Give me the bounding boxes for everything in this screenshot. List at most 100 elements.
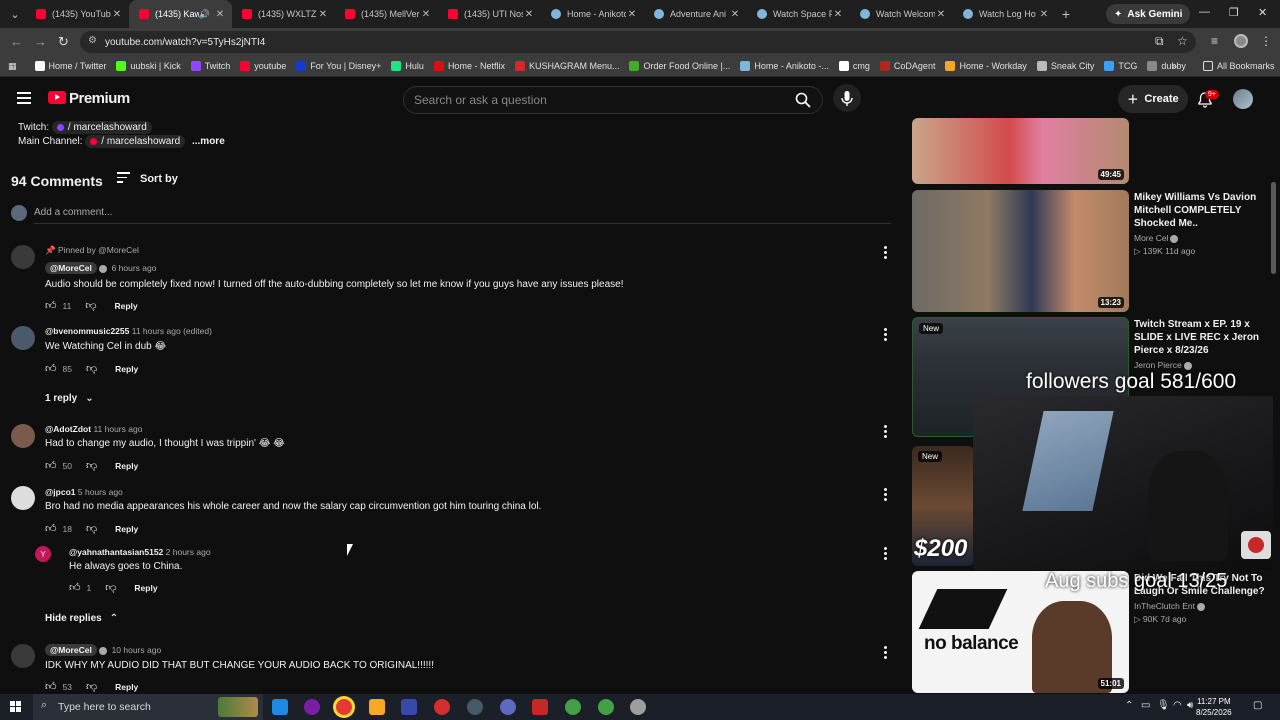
create-button[interactable]: ＋ Create bbox=[1118, 85, 1188, 113]
close-tab-icon[interactable]: ✕ bbox=[111, 9, 123, 20]
bookmark-item[interactable]: Sneak City bbox=[1036, 61, 1094, 71]
taskbar-app-icon[interactable] bbox=[401, 699, 417, 715]
channel-name[interactable]: Jeron Pierce bbox=[1134, 360, 1192, 370]
browser-tab[interactable]: (1435) WXLTZY ✕ bbox=[232, 0, 335, 28]
bookmark-item[interactable]: KUSHAGRAM Menu... bbox=[514, 61, 619, 71]
main-channel-link[interactable]: / marcelashoward bbox=[85, 135, 186, 148]
apps-grid-icon[interactable]: ▦ bbox=[8, 61, 17, 72]
reply-button[interactable]: Reply bbox=[115, 682, 138, 692]
profile-avatar[interactable] bbox=[1234, 34, 1248, 48]
bookmark-item[interactable]: CoDAgent bbox=[879, 61, 935, 71]
browser-tab[interactable]: Watch Log Ho ✕ bbox=[953, 0, 1056, 28]
notification-center-icon[interactable]: ▢ bbox=[1253, 700, 1262, 711]
taskbar-app-icon[interactable] bbox=[434, 699, 450, 715]
comment-options-icon[interactable] bbox=[884, 425, 888, 440]
bookmark-item[interactable]: Home - Netflix bbox=[433, 61, 505, 71]
browser-menu-icon[interactable]: ⋮ bbox=[1260, 34, 1272, 48]
comment-author[interactable]: @bvenommusic2255 bbox=[45, 326, 129, 336]
comment-options-icon[interactable] bbox=[884, 547, 888, 562]
speaker-icon[interactable]: 🔊 bbox=[199, 9, 210, 20]
dislike-icon[interactable]: 👎︎ bbox=[86, 459, 97, 472]
close-tab-icon[interactable]: ✕ bbox=[214, 9, 226, 20]
commenter-avatar[interactable] bbox=[11, 245, 35, 269]
close-tab-icon[interactable]: ✕ bbox=[1038, 9, 1050, 20]
search-input[interactable]: Search or ask a question bbox=[403, 86, 823, 114]
bookmark-item[interactable]: For You | Disney+ bbox=[296, 61, 381, 71]
dislike-icon[interactable]: 👎︎ bbox=[86, 522, 97, 535]
bookmark-item[interactable]: Order Food Online |... bbox=[629, 61, 730, 71]
comment-options-icon[interactable] bbox=[884, 488, 888, 503]
dislike-icon[interactable]: 👎︎ bbox=[105, 581, 116, 594]
show-hidden-icons-icon[interactable]: ⌃ bbox=[1125, 700, 1133, 711]
video-title[interactable]: Twitch Stream x EP. 19 x SLIDE x LIVE RE… bbox=[1134, 318, 1266, 357]
commenter-avatar[interactable] bbox=[11, 326, 35, 350]
show-replies-button[interactable]: 1 reply ⌄ bbox=[45, 393, 94, 404]
page-scrollbar[interactable] bbox=[1271, 182, 1276, 274]
comment-options-icon[interactable] bbox=[884, 646, 888, 661]
ask-gemini-button[interactable]: ✦ Ask Gemini bbox=[1106, 4, 1191, 24]
youtube-premium-logo[interactable]: Premium bbox=[69, 90, 130, 107]
network-icon[interactable]: ▭ bbox=[1141, 700, 1150, 711]
taskbar-app-icon[interactable] bbox=[500, 699, 516, 715]
video-thumbnail[interactable]: 13:23 bbox=[912, 190, 1129, 312]
close-tab-icon[interactable]: ✕ bbox=[523, 9, 535, 20]
close-tab-icon[interactable]: ✕ bbox=[317, 9, 329, 20]
browser-tab[interactable]: Watch Welcom ✕ bbox=[850, 0, 953, 28]
video-title[interactable]: Mikey Williams Vs Davion Mitchell COMPLE… bbox=[1134, 191, 1266, 230]
browser-tab[interactable]: (1435) MellVer ✕ bbox=[335, 0, 438, 28]
twitch-link[interactable]: / marcelashoward bbox=[51, 121, 152, 134]
clock-app-icon[interactable] bbox=[630, 699, 646, 715]
video-thumbnail[interactable]: 49:45 bbox=[912, 118, 1129, 184]
taskbar-app-icon[interactable] bbox=[467, 699, 483, 715]
new-tab-button[interactable]: + bbox=[1056, 6, 1076, 22]
chrome-taskbar-icon[interactable] bbox=[598, 699, 614, 715]
comment-author[interactable]: @jpco1 bbox=[45, 487, 76, 497]
comment-options-icon[interactable] bbox=[884, 246, 888, 261]
browser-tab[interactable]: (1435) YouTube ✕ bbox=[26, 0, 129, 28]
commenter-avatar[interactable] bbox=[11, 644, 35, 668]
taskbar-app-icon[interactable] bbox=[532, 699, 548, 715]
like-icon[interactable]: 👍︎ bbox=[45, 680, 57, 693]
taskbar-app-icon[interactable] bbox=[272, 699, 288, 715]
like-icon[interactable]: 👍︎ bbox=[45, 299, 57, 312]
chrome-taskbar-icon[interactable] bbox=[336, 699, 352, 715]
voice-search-button[interactable] bbox=[833, 84, 861, 112]
browser-tab-active[interactable]: (1435) Kawi 🔊 ✕ bbox=[129, 0, 232, 28]
browser-tab[interactable]: Adventure Ani ✕ bbox=[644, 0, 747, 28]
close-tab-icon[interactable]: ✕ bbox=[729, 9, 741, 20]
browser-tab[interactable]: (1435) UTI Nos ✕ bbox=[438, 0, 541, 28]
comment-author[interactable]: @yahnathantasian5152 bbox=[69, 547, 163, 557]
browser-tab[interactable]: Home - Anikoto ✕ bbox=[541, 0, 644, 28]
sort-by-button[interactable]: Sort by bbox=[117, 172, 178, 186]
add-comment-field[interactable]: Add a comment... bbox=[11, 205, 891, 225]
like-icon[interactable]: 👍︎ bbox=[45, 522, 57, 535]
taskbar-clock[interactable]: 11:27 PM 8/25/2026 bbox=[1196, 696, 1232, 718]
hide-replies-button[interactable]: Hide replies ⌃ bbox=[45, 613, 118, 624]
youtube-logo-icon[interactable] bbox=[48, 91, 66, 104]
volume-icon[interactable]: 🔊︎ bbox=[1187, 700, 1193, 711]
menu-icon[interactable] bbox=[17, 92, 31, 104]
like-icon[interactable]: 👍︎ bbox=[69, 581, 81, 594]
reply-button[interactable]: Reply bbox=[115, 364, 138, 374]
commenter-avatar[interactable] bbox=[11, 486, 35, 510]
address-bar[interactable]: ⚙ youtube.com/watch?v=5TyHs2jNTI4 bbox=[80, 31, 1196, 53]
commenter-avatar[interactable]: Y bbox=[35, 546, 51, 562]
close-tab-icon[interactable]: ✕ bbox=[832, 9, 844, 20]
bookmark-item[interactable]: TCG bbox=[1104, 61, 1137, 71]
bookmark-item[interactable]: Home - Workday bbox=[945, 61, 1027, 71]
dislike-icon[interactable]: 👎︎ bbox=[85, 299, 96, 312]
show-more-link[interactable]: ...more bbox=[192, 136, 225, 147]
commenter-avatar[interactable] bbox=[11, 424, 35, 448]
close-tab-icon[interactable]: ✕ bbox=[420, 9, 432, 20]
chrome-taskbar-icon[interactable] bbox=[565, 699, 581, 715]
more-bookmarks-icon[interactable]: » bbox=[1172, 61, 1177, 71]
close-window-icon[interactable]: ✕ bbox=[1258, 6, 1267, 19]
reply-button[interactable]: Reply bbox=[115, 461, 138, 471]
bookmark-item[interactable]: youtube bbox=[240, 61, 286, 71]
bookmark-item[interactable]: uubski | Kick bbox=[116, 61, 181, 71]
site-info-icon[interactable]: ⚙ bbox=[88, 35, 97, 46]
like-icon[interactable]: 👍︎ bbox=[45, 459, 57, 472]
bookmark-item[interactable]: Twitch bbox=[190, 61, 230, 71]
bookmark-item[interactable]: Home - Anikoto -... bbox=[740, 61, 829, 71]
bookmark-star-icon[interactable]: ☆ bbox=[1177, 34, 1188, 48]
